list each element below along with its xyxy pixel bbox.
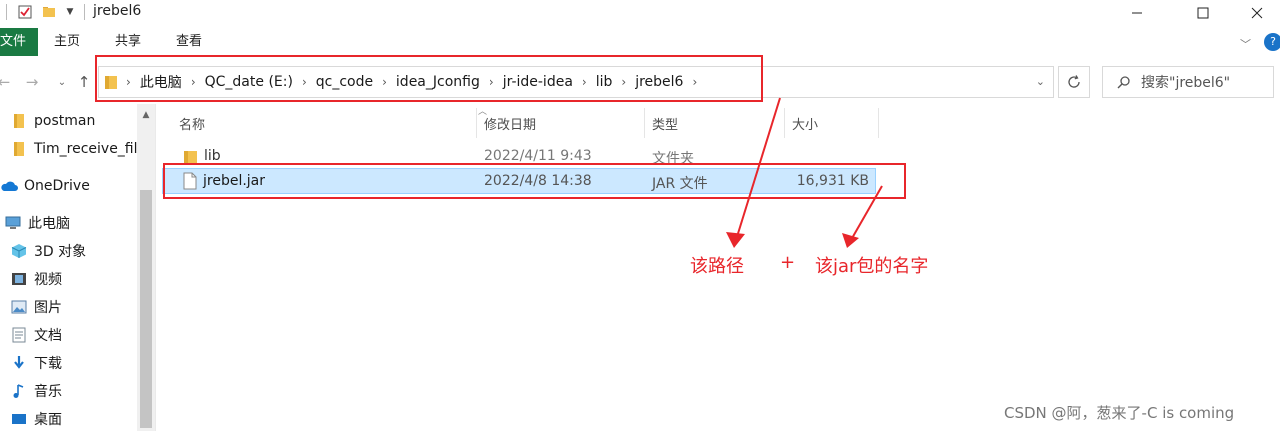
annotation-jar-label: 该jar包的名字	[815, 256, 929, 277]
annotation-arrows	[726, 97, 883, 248]
watermark: CSDN @阿，葱来了-C is coming	[1004, 404, 1235, 422]
annotation-plus: +	[780, 252, 796, 273]
annotation-path-label: 该路径	[690, 256, 744, 277]
